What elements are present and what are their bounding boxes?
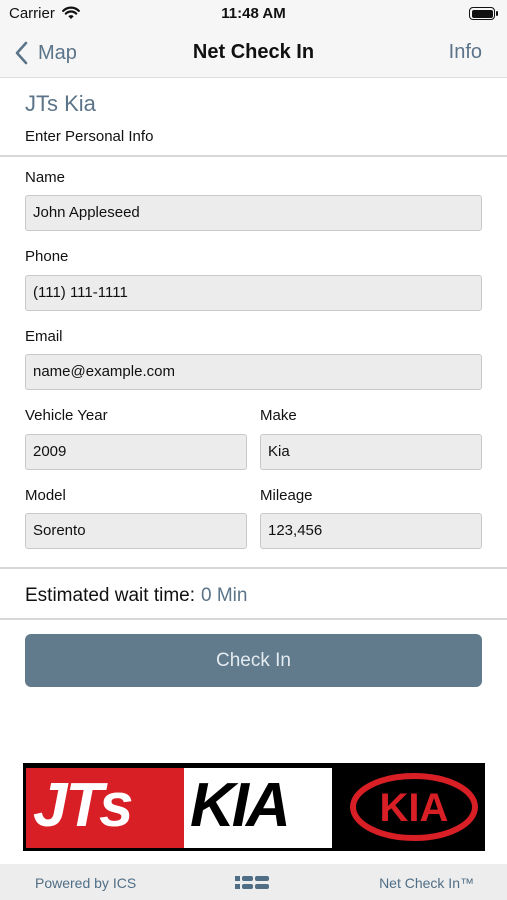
page-title: Net Check In	[192, 41, 315, 63]
footer: Powered by ICS Net Check In™	[0, 864, 507, 900]
battery-icon	[469, 7, 498, 20]
info-button[interactable]: Info	[449, 41, 482, 64]
model-label: Model	[25, 487, 66, 504]
phone-field[interactable]: (111) 111-1111	[25, 275, 482, 311]
dealer-banner: JTs KIA KIA	[23, 763, 485, 851]
mileage-label: Mileage	[260, 487, 313, 504]
store-name: JTs Kia	[25, 91, 96, 116]
make-label: Make	[260, 407, 297, 424]
make-field[interactable]: Kia	[260, 434, 482, 470]
phone-label: Phone	[25, 248, 69, 265]
header-divider	[0, 155, 507, 157]
vehicle-year-label: Vehicle Year	[25, 407, 108, 424]
wait-time-value: 0 Min	[201, 585, 248, 606]
name-field[interactable]: John Appleseed	[25, 195, 482, 231]
ics-logo-icon	[235, 876, 269, 889]
kia-logo-icon: KIA	[350, 773, 478, 841]
banner-jts-text: JTs	[33, 771, 134, 840]
email-field[interactable]: name@example.com	[25, 354, 482, 390]
navigation-bar: Map Net Check In Info	[0, 28, 507, 78]
section-subtitle: Enter Personal Info	[25, 128, 154, 145]
status-time: 11:48 AM	[221, 5, 286, 22]
form-divider	[0, 567, 507, 569]
check-in-button[interactable]: Check In	[25, 634, 482, 687]
kia-logo-text: KIA	[380, 786, 449, 830]
banner-kia-text: KIA	[190, 771, 291, 840]
wait-divider	[0, 618, 507, 620]
powered-by-link[interactable]: Powered by ICS	[35, 875, 136, 891]
vehicle-year-field[interactable]: 2009	[25, 434, 247, 470]
product-name-link[interactable]: Net Check In™	[379, 875, 474, 891]
name-label: Name	[25, 169, 66, 186]
wait-time-row: Estimated wait time: 0 Min	[25, 585, 247, 607]
mileage-field[interactable]: 123,456	[260, 513, 482, 549]
email-label: Email	[25, 328, 63, 345]
model-field[interactable]: Sorento	[25, 513, 247, 549]
status-bar: Carrier 11:48 AM	[0, 0, 507, 28]
wait-time-label: Estimated wait time:	[25, 585, 195, 606]
